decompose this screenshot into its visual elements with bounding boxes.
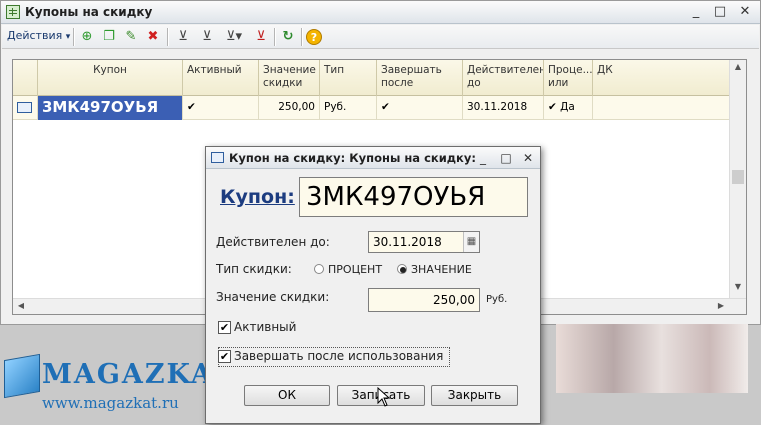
ok-button[interactable]: ОК	[244, 385, 330, 406]
calendar-icon[interactable]: ▦	[463, 232, 479, 252]
toolbar-separator	[73, 28, 74, 46]
mouse-cursor-icon	[377, 387, 391, 407]
logo-url: www.magazkat.ru	[42, 394, 179, 412]
table-icon	[6, 5, 20, 19]
active-label[interactable]: Активный	[234, 320, 296, 334]
cell-percent[interactable]: ✔ Да	[544, 96, 593, 120]
column-header-percent[interactable]: Проце... или	[544, 60, 593, 96]
radio-percent-label[interactable]: ПРОЦЕНТ	[328, 263, 382, 276]
scroll-down-icon[interactable]: ▼	[732, 282, 744, 294]
column-header-active[interactable]: Активный	[183, 60, 259, 96]
cell-coupon[interactable]: 3МК497ОУЬЯ	[38, 96, 183, 120]
value-unit: Руб.	[486, 294, 508, 305]
radio-percent[interactable]	[314, 264, 324, 274]
help-icon[interactable]: ?	[306, 29, 322, 45]
close-button[interactable]: ✕	[734, 3, 756, 21]
toolbar-separator	[274, 28, 275, 46]
column-header-valid-until[interactable]: Действителен до	[463, 60, 544, 96]
finish-after-use-label[interactable]: Завершать после использования	[234, 349, 443, 363]
maximize-button[interactable]: □	[709, 3, 731, 21]
coupon-dialog: Купон на скидку: Купоны на скидку: _ □ ✕…	[205, 146, 541, 424]
refresh-icon[interactable]: ↻	[279, 28, 297, 46]
cell-active[interactable]: ✔	[183, 96, 259, 120]
row-icon	[13, 96, 38, 120]
logo-text: MAGAZKA	[42, 359, 214, 390]
background-photo	[556, 324, 748, 393]
main-titlebar[interactable]: Купоны на скидку _ □ ✕	[1, 1, 760, 24]
cell-valid-until[interactable]: 30.11.2018	[463, 96, 544, 120]
scroll-left-icon[interactable]: ◀	[15, 301, 27, 313]
radio-value[interactable]	[397, 264, 407, 274]
column-header-type[interactable]: Тип	[320, 60, 377, 96]
add-icon[interactable]: ⊕	[78, 28, 96, 46]
minimize-button[interactable]: _	[685, 3, 707, 21]
filter-icon[interactable]: ⊻	[174, 28, 192, 46]
toolbar-separator	[167, 28, 168, 46]
dialog-title: Купон на скидку: Купоны на скидку:	[229, 151, 476, 165]
dialog-maximize-button[interactable]: □	[497, 149, 515, 167]
form-icon	[211, 152, 224, 163]
scrollbar-thumb[interactable]	[732, 170, 744, 184]
column-header-value[interactable]: Значение скидки	[259, 60, 320, 96]
filter-selection-icon[interactable]: ⊻	[198, 28, 216, 46]
column-header-finish-after[interactable]: Завершать после	[377, 60, 463, 96]
dialog-minimize-button[interactable]: _	[474, 149, 492, 167]
cell-dk[interactable]	[593, 96, 729, 120]
radio-value-label[interactable]: ЗНАЧЕНИЕ	[411, 263, 472, 276]
active-checkbox[interactable]: ✔	[218, 321, 231, 334]
scroll-right-icon[interactable]: ▶	[715, 301, 727, 313]
dialog-close-button[interactable]: ✕	[519, 149, 537, 167]
column-header-icon[interactable]	[13, 60, 38, 96]
coupon-label: Купон:	[220, 186, 295, 208]
discount-type-label: Тип скидки:	[216, 262, 292, 276]
close-dialog-button[interactable]: Закрыть	[431, 385, 518, 406]
filter-clear-icon[interactable]: ⊻	[252, 28, 270, 46]
filter-dropdown-icon[interactable]: ⊻▾	[221, 28, 247, 46]
vertical-scrollbar[interactable]: ▲ ▼	[729, 60, 746, 300]
actions-label: Действия	[7, 29, 63, 42]
edit-icon[interactable]: ✎	[122, 28, 140, 46]
valid-until-label: Действителен до:	[216, 235, 330, 249]
finish-after-use-checkbox[interactable]: ✔	[218, 350, 231, 363]
discount-value-field[interactable]: 250,00	[368, 288, 480, 312]
cell-finish-after[interactable]: ✔	[377, 96, 463, 120]
window-title: Купоны на скидку	[25, 5, 153, 19]
magazka-logo-box-icon	[4, 353, 40, 399]
copy-icon[interactable]: ❐	[100, 28, 118, 46]
column-header-coupon[interactable]: Купон	[38, 60, 183, 96]
cell-type[interactable]: Руб.	[320, 96, 377, 120]
table-header: Купон Активный Значение скидки Тип Завер…	[13, 60, 746, 96]
column-header-dk[interactable]: ДК	[593, 60, 729, 96]
toolbar-separator	[301, 28, 302, 46]
chevron-down-icon: ▾	[65, 32, 71, 42]
toolbar: Действия ▾ ⊕ ❐ ✎ ✖ ⊻ ⊻ ⊻▾ ⊻ ↻ ?	[2, 25, 759, 49]
cell-value[interactable]: 250,00	[259, 96, 320, 120]
delete-icon[interactable]: ✖	[144, 28, 162, 46]
coupon-field[interactable]: 3МК497ОУЬЯ	[299, 177, 528, 217]
discount-value-label: Значение скидки:	[216, 290, 330, 304]
scroll-up-icon[interactable]: ▲	[732, 62, 744, 74]
dialog-titlebar[interactable]: Купон на скидку: Купоны на скидку: _ □ ✕	[206, 147, 540, 169]
actions-menu[interactable]: Действия ▾	[7, 29, 70, 45]
table-row[interactable]: 3МК497ОУЬЯ ✔ 250,00 Руб. ✔ 30.11.2018 ✔ …	[13, 96, 746, 120]
